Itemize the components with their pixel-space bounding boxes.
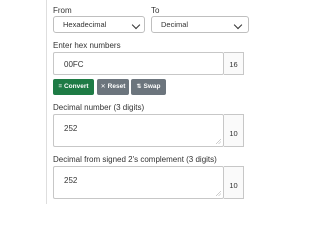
convert-button[interactable]: = Convert [53, 79, 94, 95]
equals-icon: = [58, 84, 62, 90]
to-select-value: Decimal [161, 20, 189, 29]
decimal-base-indicator: 10 [224, 114, 244, 147]
resize-handle-icon[interactable] [216, 139, 221, 144]
reset-button[interactable]: ✕ Reset [97, 79, 129, 95]
reset-button-label: Reset [107, 83, 126, 90]
decimal-result-label: Decimal number (3 digits) [53, 103, 145, 112]
to-select[interactable]: Decimal [151, 16, 249, 33]
chevron-down-icon [233, 20, 243, 30]
resize-handle-icon[interactable] [216, 191, 221, 196]
twos-base-indicator: 10 [224, 166, 244, 199]
from-select-value: Hexadecimal [63, 20, 107, 29]
twos-result-label: Decimal from signed 2's complement (3 di… [53, 155, 217, 164]
hex-input-label: Enter hex numbers [53, 41, 121, 50]
from-label: From [53, 6, 72, 15]
convert-button-label: Convert [63, 83, 89, 90]
twos-result-output[interactable]: 252 [53, 166, 224, 199]
from-select[interactable]: Hexadecimal [53, 16, 145, 33]
chevron-down-icon [131, 20, 141, 30]
to-label: To [151, 6, 160, 15]
twos-result-value: 252 [64, 176, 78, 185]
decimal-result-value: 252 [64, 124, 78, 133]
hex-base-indicator: 16 [224, 52, 244, 75]
content-left-border [46, 0, 47, 204]
close-icon: ✕ [100, 84, 106, 90]
swap-button-label: Swap [143, 83, 161, 90]
decimal-result-output[interactable]: 252 [53, 114, 224, 147]
swap-arrows-icon: ⇅ [136, 84, 142, 90]
hex-input[interactable]: 00FC [53, 52, 224, 75]
hex-input-value: 00FC [64, 60, 84, 69]
swap-button[interactable]: ⇅ Swap [131, 79, 166, 95]
